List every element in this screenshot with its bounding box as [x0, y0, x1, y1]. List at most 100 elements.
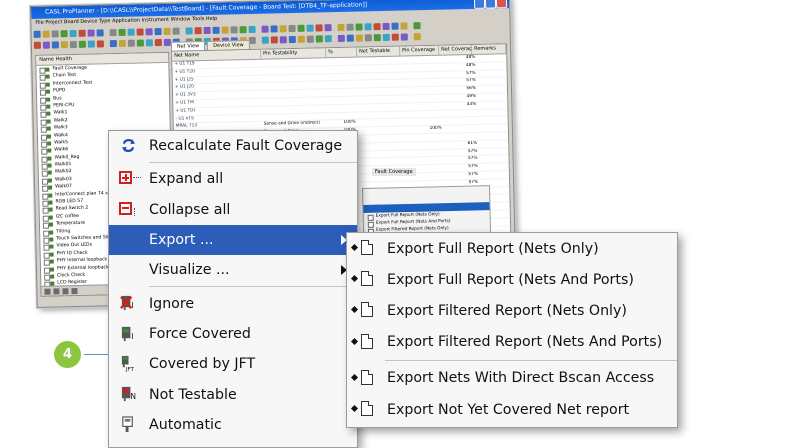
toolbar-button-icon[interactable] — [96, 39, 104, 47]
toolbar-button-icon[interactable] — [42, 41, 50, 49]
submenu-item-export-not-covered[interactable]: Export Not Yet Covered Net report — [347, 394, 677, 425]
footer-tool-icon[interactable] — [44, 288, 51, 295]
footer-tool-icon[interactable] — [53, 287, 60, 295]
toolbar-button-icon[interactable] — [172, 27, 180, 35]
table-cell — [326, 112, 359, 120]
toolbar-button-icon[interactable] — [154, 27, 162, 35]
submenu-item-export-filtered-nets-ports[interactable]: Export Filtered Report (Nets And Ports) — [347, 327, 677, 358]
toolbar-button-icon[interactable] — [324, 23, 332, 31]
toolbar-button-icon[interactable] — [194, 26, 202, 34]
toolbar-button-icon[interactable] — [118, 28, 126, 36]
toolbar-button-icon[interactable] — [355, 22, 363, 31]
grid-column-header[interactable]: Pin Coverage — [400, 45, 440, 56]
submenu-label: Export Filtered Report (Nets Only) — [387, 302, 627, 319]
toolbar-button-icon[interactable] — [109, 28, 117, 36]
menu-item-visualize[interactable]: Visualize ... — [109, 255, 357, 285]
toolbar-button-icon[interactable] — [382, 22, 390, 30]
toolbar-button-icon[interactable] — [391, 22, 399, 30]
tree-item-label: Fault Coverage — [52, 65, 87, 72]
tree-item-label: Clock Check — [57, 272, 86, 279]
toolbar-button-icon[interactable] — [182, 27, 184, 34]
menu-item-expand-all[interactable]: Expand all — [109, 164, 357, 194]
toolbar-button-icon[interactable] — [33, 30, 41, 38]
toolbar-button-icon[interactable] — [145, 27, 153, 35]
toolbar-button-icon[interactable] — [42, 30, 50, 38]
toolbar-button-icon[interactable] — [78, 29, 86, 37]
toolbar-button-icon[interactable] — [118, 39, 126, 47]
table-cell — [357, 57, 402, 65]
toolbar-button-icon[interactable] — [33, 41, 41, 49]
toolbar-button-icon[interactable] — [409, 22, 411, 29]
footer-tool-icon[interactable] — [71, 287, 78, 294]
toolbar-button-icon[interactable] — [257, 25, 259, 32]
toolbar-button-icon[interactable] — [145, 38, 153, 46]
submenu-item-export-direct-bscan[interactable]: Export Nets With Direct Bscan Access — [347, 363, 677, 394]
submenu-item-export-full-nets[interactable]: Export Full Report (Nets Only) — [347, 233, 677, 264]
menu-item-recalculate[interactable]: Recalculate Fault Coverage — [109, 131, 357, 161]
close-icon[interactable] — [495, 0, 508, 9]
toolbar-button-icon[interactable] — [373, 22, 381, 30]
submenu-item-export-full-nets-ports[interactable]: Export Full Report (Nets And Ports) — [347, 264, 677, 295]
toolbar-button-icon[interactable] — [51, 40, 59, 49]
toolbar-button-icon[interactable] — [239, 25, 247, 33]
table-cell — [324, 58, 357, 66]
table-cell — [358, 96, 403, 104]
toolbar-button-icon[interactable] — [185, 26, 193, 34]
toolbar-button-icon[interactable] — [337, 23, 345, 31]
toolbar-button-icon[interactable] — [87, 40, 95, 48]
toolbar-button-icon[interactable] — [136, 27, 144, 36]
toolbar-button-icon[interactable] — [230, 25, 238, 33]
toolbar-button-icon[interactable] — [261, 25, 269, 33]
grid-column-header[interactable]: Remarks — [471, 44, 507, 54]
toolbar-button-icon[interactable] — [270, 24, 278, 33]
toolbar-button-icon[interactable] — [306, 24, 314, 32]
toolbar-button-icon[interactable] — [87, 29, 95, 37]
submenu-item-export-filtered-nets[interactable]: Export Filtered Report (Nets Only) — [347, 295, 677, 326]
toolbar-button-icon[interactable] — [78, 40, 86, 48]
toolbar-button-icon[interactable] — [163, 38, 171, 46]
toolbar-button-icon[interactable] — [413, 21, 421, 29]
callout-number: 4 — [62, 347, 73, 362]
toolbar-button-icon[interactable] — [154, 38, 162, 46]
toolbar-button-icon[interactable] — [288, 24, 296, 32]
minimize-icon[interactable] — [473, 0, 486, 9]
toolbar-button-icon[interactable] — [364, 22, 372, 30]
toolbar-button-icon[interactable] — [60, 29, 68, 37]
footer-tool-icon[interactable] — [62, 287, 69, 294]
toolbar-button-icon[interactable] — [248, 25, 256, 33]
toolbar-button-icon[interactable] — [127, 39, 135, 47]
toolbar-button-icon[interactable] — [96, 28, 104, 36]
toolbar-button-icon[interactable] — [203, 26, 211, 34]
toolbar-button-icon[interactable] — [221, 26, 229, 34]
table-cell: 56% — [466, 86, 477, 92]
maximize-icon[interactable] — [484, 0, 497, 9]
menu-item-automatic[interactable]: Automatic — [109, 410, 357, 440]
menu-item-collapse-all[interactable]: Collapse all — [109, 195, 357, 225]
menu-item-export[interactable]: Export ... — [109, 224, 357, 256]
toolbar-button-icon[interactable] — [109, 39, 117, 47]
menu-item-covered-by-jft[interactable]: JFT Covered by JFT — [109, 349, 357, 379]
menu-item-force-covered[interactable]: I Force Covered — [109, 319, 357, 349]
toolbar-button-icon[interactable] — [279, 24, 287, 32]
menu-item-not-testable[interactable]: N Not Testable — [109, 379, 357, 409]
grid-column-header[interactable]: Net Coverage — [439, 44, 473, 55]
toolbar-button-icon[interactable] — [333, 24, 335, 31]
toolbar-button-icon[interactable] — [106, 29, 108, 36]
toolbar-button-icon[interactable] — [315, 23, 323, 32]
toolbar-button-icon[interactable] — [106, 40, 108, 47]
toolbar-button-icon[interactable] — [69, 40, 77, 48]
toolbar-button-icon[interactable] — [163, 27, 171, 35]
toolbar-button-icon[interactable] — [400, 21, 408, 30]
grid-column-header[interactable]: Net Testable — [357, 46, 401, 57]
toolbar-button-icon[interactable] — [346, 23, 354, 31]
toolbar-button-icon[interactable] — [212, 26, 220, 34]
toolbar-button-icon[interactable] — [69, 29, 77, 37]
toolbar-button-icon[interactable] — [136, 38, 144, 47]
toolbar-button-icon[interactable] — [60, 40, 68, 48]
menu-item-ignore[interactable]: I Ignore — [109, 288, 357, 318]
toolbar-button-icon[interactable] — [51, 29, 59, 38]
grid-column-header[interactable]: % — [326, 47, 358, 58]
toolbar-button-icon[interactable] — [297, 24, 305, 32]
toolbar-button-icon[interactable] — [127, 28, 135, 36]
grid-column-header[interactable]: Pin Testability — [261, 48, 327, 59]
